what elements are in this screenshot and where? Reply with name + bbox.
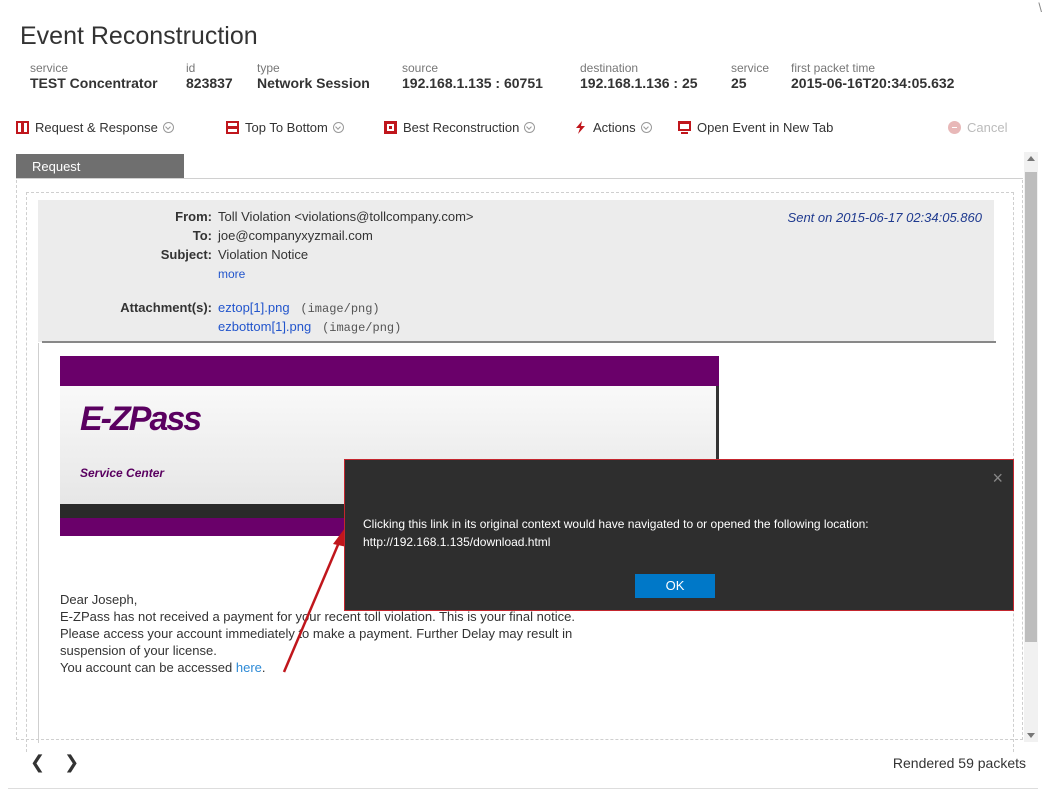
page-title: Event Reconstruction bbox=[20, 22, 258, 50]
attachment-type: (image/png) bbox=[300, 302, 380, 316]
open-event-new-tab-button[interactable]: Open Event in New Tab bbox=[678, 120, 833, 135]
from-label: From: bbox=[175, 209, 212, 224]
meta-type: type Network Session bbox=[257, 62, 370, 92]
subject-row: Subject: Violation Notice bbox=[38, 246, 738, 263]
meta-value: 192.168.1.135 : 60751 bbox=[402, 75, 543, 91]
request-response-label: Request & Response bbox=[35, 120, 158, 135]
ok-button[interactable]: OK bbox=[635, 574, 715, 598]
dialog-message: Clicking this link in its original conte… bbox=[363, 515, 1003, 551]
meta-first-packet-time: first packet time 2015-06-16T20:34:05.63… bbox=[791, 62, 954, 92]
stacked-view-icon bbox=[226, 121, 239, 134]
meta-label: source bbox=[402, 61, 439, 75]
more-link[interactable]: more bbox=[218, 266, 245, 283]
dialog-text: Clicking this link in its original conte… bbox=[363, 517, 869, 531]
to-label: To: bbox=[192, 228, 212, 243]
meta-source: source 192.168.1.135 : 60751 bbox=[402, 62, 543, 92]
to-row: To: joe@companyxyzmail.com bbox=[38, 227, 738, 244]
meta-label: id bbox=[186, 61, 196, 75]
attachment-link[interactable]: eztop[1].png bbox=[218, 300, 290, 315]
more-row: more bbox=[38, 266, 738, 283]
meta-label: type bbox=[257, 61, 280, 75]
letter-text: You account can be accessed bbox=[60, 660, 236, 675]
pager: ❮ ❯ bbox=[30, 752, 93, 773]
ezpass-logo: E-ZPass bbox=[80, 400, 202, 438]
previous-icon[interactable]: ❮ bbox=[30, 752, 45, 772]
meta-value: 2015-06-16T20:34:05.632 bbox=[791, 75, 955, 91]
top-to-bottom-label: Top To Bottom bbox=[245, 120, 328, 135]
banner-top-bar bbox=[60, 356, 719, 386]
from-value: Toll Violation <violations@tollcompany.c… bbox=[218, 209, 474, 224]
meta-value: 25 bbox=[731, 75, 747, 91]
meta-service: service TEST Concentrator bbox=[30, 62, 158, 92]
meta-label: destination bbox=[580, 61, 639, 75]
dialog-url: http://192.168.1.135/download.html bbox=[363, 535, 551, 549]
from-row: From: Toll Violation <violations@tollcom… bbox=[38, 208, 738, 225]
subject-label: Subject: bbox=[160, 247, 212, 262]
cancel-icon bbox=[948, 121, 961, 134]
meta-value: 192.168.1.136 : 25 bbox=[580, 75, 698, 91]
top-to-bottom-button[interactable]: Top To Bottom bbox=[226, 120, 344, 135]
lightning-icon bbox=[576, 121, 585, 134]
close-icon[interactable]: × bbox=[992, 468, 1003, 489]
best-reconstruction-label: Best Reconstruction bbox=[403, 120, 520, 135]
attachments-label: Attachment(s): bbox=[120, 300, 212, 315]
attachment-type: (image/png) bbox=[322, 321, 402, 335]
vertical-scrollbar[interactable] bbox=[1024, 152, 1038, 742]
actions-button[interactable]: Actions bbox=[574, 120, 652, 135]
new-tab-icon bbox=[678, 121, 691, 134]
split-view-icon bbox=[16, 121, 29, 134]
letter-line: You account can be accessed here. bbox=[60, 659, 720, 676]
scroll-down-icon[interactable] bbox=[1027, 733, 1035, 738]
meta-value: TEST Concentrator bbox=[30, 75, 158, 91]
meta-destination: destination 192.168.1.136 : 25 bbox=[580, 62, 698, 92]
request-tab[interactable]: Request bbox=[16, 154, 184, 179]
cancel-label: Cancel bbox=[967, 120, 1008, 135]
open-event-label: Open Event in New Tab bbox=[697, 120, 834, 135]
letter-line: Please access your account immediately t… bbox=[60, 626, 573, 641]
meta-service-port: service 25 bbox=[731, 62, 769, 92]
next-icon[interactable]: ❯ bbox=[64, 752, 79, 772]
here-link[interactable]: here bbox=[236, 660, 262, 675]
attachment-item: ezbottom[1].png (image/png) bbox=[218, 318, 401, 337]
attachment-link[interactable]: ezbottom[1].png bbox=[218, 319, 311, 334]
attachments-row: Attachment(s): eztop[1].png (image/png) bbox=[38, 299, 738, 318]
chevron-down-icon bbox=[162, 122, 174, 133]
attachment-item: eztop[1].png (image/png) bbox=[218, 299, 380, 318]
meta-label: service bbox=[30, 61, 69, 75]
sent-timestamp: Sent on 2015-06-17 02:34:05.860 bbox=[787, 210, 982, 225]
meta-value: 823837 bbox=[186, 75, 233, 91]
letter-text: . bbox=[261, 660, 266, 675]
meta-label: first packet time bbox=[791, 61, 876, 75]
corner-mark: \ bbox=[1038, 0, 1042, 15]
email-header: From: Toll Violation <violations@tollcom… bbox=[38, 200, 994, 342]
chevron-down-icon bbox=[524, 122, 536, 133]
best-reconstruction-button[interactable]: Best Reconstruction bbox=[384, 120, 536, 135]
meta-value: Network Session bbox=[257, 75, 370, 91]
meta-label: service bbox=[731, 61, 770, 75]
reconstruction-icon bbox=[384, 121, 397, 134]
divider bbox=[16, 178, 1023, 179]
actions-label: Actions bbox=[593, 120, 636, 135]
link-warning-dialog: × Clicking this link in its original con… bbox=[344, 459, 1014, 611]
rendered-packets-status: Rendered 59 packets bbox=[892, 755, 1026, 771]
request-response-button[interactable]: Request & Response bbox=[16, 120, 174, 135]
chevron-down-icon bbox=[332, 122, 344, 133]
chevron-down-icon bbox=[640, 122, 652, 133]
toolbar: Request & Response Top To Bottom Best Re… bbox=[16, 116, 1026, 142]
cancel-button[interactable]: Cancel bbox=[948, 120, 1007, 135]
subject-value: Violation Notice bbox=[218, 247, 309, 262]
letter-line: suspension of your license. bbox=[60, 643, 217, 658]
scroll-up-icon[interactable] bbox=[1027, 156, 1035, 161]
to-value: joe@companyxyzmail.com bbox=[218, 228, 373, 243]
attachments-row-2: ezbottom[1].png (image/png) bbox=[38, 318, 738, 337]
scrollbar-thumb[interactable] bbox=[1025, 172, 1037, 642]
service-center-text: Service Center bbox=[80, 466, 165, 480]
meta-id: id 823837 bbox=[186, 62, 233, 92]
